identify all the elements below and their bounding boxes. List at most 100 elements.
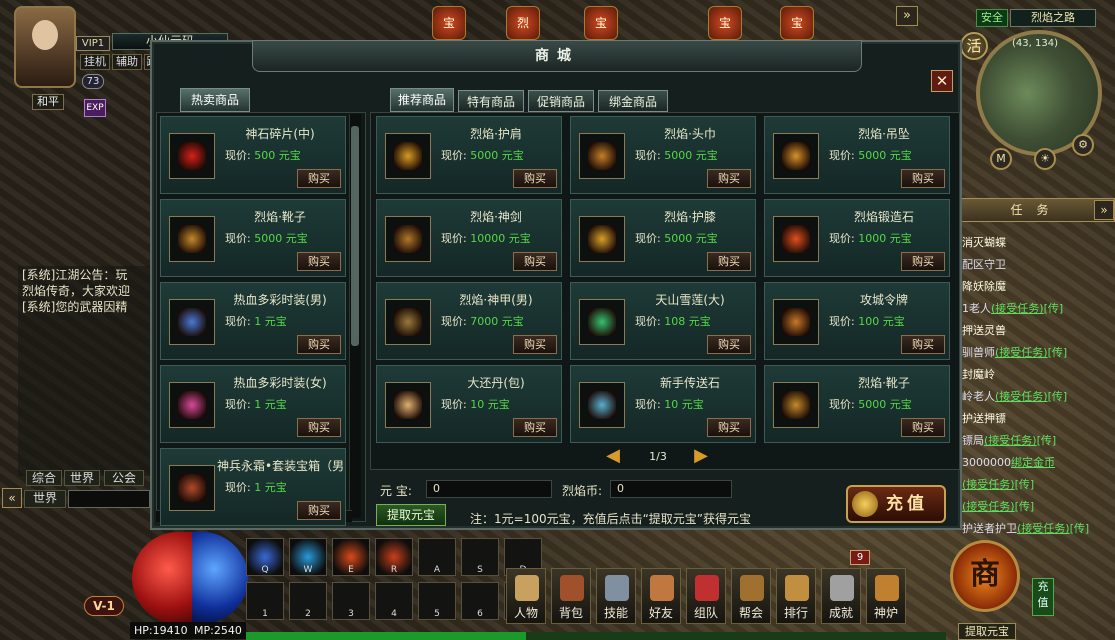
tab-hot[interactable]: 热卖商品 xyxy=(180,88,250,112)
skill-slot[interactable]: Q xyxy=(246,538,284,576)
shop-button[interactable]: 商 xyxy=(950,540,1020,612)
menu-button-8[interactable]: 神炉 xyxy=(866,568,906,624)
item-icon[interactable] xyxy=(385,216,431,262)
accept-task-link[interactable]: (接受任务) xyxy=(991,302,1044,315)
buy-button[interactable]: 购买 xyxy=(297,501,341,520)
buy-button[interactable]: 购买 xyxy=(513,335,557,354)
chat-collapse-icon[interactable]: « xyxy=(2,488,22,508)
activity-button[interactable]: 活 xyxy=(960,32,988,60)
skill-slot[interactable]: 3 xyxy=(332,582,370,620)
sun-icon[interactable]: ☀ xyxy=(1034,148,1056,170)
item-icon[interactable] xyxy=(385,133,431,179)
menu-button-2[interactable]: 技能 xyxy=(596,568,636,624)
collapse-tasks-icon[interactable]: » xyxy=(1094,200,1114,220)
withdraw-side-button[interactable]: 提取元宝 xyxy=(958,623,1016,640)
buy-button[interactable]: 购买 xyxy=(297,335,341,354)
buy-button[interactable]: 购买 xyxy=(297,252,341,271)
chat-tab-guild[interactable]: 公会 xyxy=(104,470,144,486)
chat-tab-world[interactable]: 世界 xyxy=(64,470,100,486)
teleport-link[interactable]: [传] xyxy=(1048,346,1068,359)
buy-button[interactable]: 购买 xyxy=(707,252,751,271)
buy-button[interactable]: 购买 xyxy=(901,335,945,354)
item-icon[interactable] xyxy=(169,382,215,428)
skill-slot[interactable]: R xyxy=(375,538,413,576)
menu-button-1[interactable]: 背包 xyxy=(551,568,591,624)
item-icon[interactable] xyxy=(169,133,215,179)
close-icon[interactable]: ✕ xyxy=(931,70,953,92)
teleport-link[interactable]: [传] xyxy=(1044,302,1064,315)
item-icon[interactable] xyxy=(579,133,625,179)
item-icon[interactable] xyxy=(169,465,215,511)
buy-button[interactable]: 购买 xyxy=(513,418,557,437)
skill-slot[interactable]: 2 xyxy=(289,582,327,620)
chat-input[interactable] xyxy=(68,490,150,508)
teleport-link[interactable]: [传] xyxy=(1015,500,1035,513)
skill-slot[interactable]: A xyxy=(418,538,456,576)
pk-mode-button[interactable]: 和平 xyxy=(32,94,64,110)
accept-task-link[interactable]: (接受任务) xyxy=(984,434,1037,447)
collapse-icon[interactable]: » xyxy=(896,6,918,26)
hangup-button[interactable]: 挂机 xyxy=(80,54,110,70)
top-event-icon[interactable]: 宝 xyxy=(584,6,618,40)
skill-slot[interactable]: 1 xyxy=(246,582,284,620)
vip-badge[interactable]: VIP1 xyxy=(76,36,110,51)
item-icon[interactable] xyxy=(385,382,431,428)
menu-button-3[interactable]: 好友 xyxy=(641,568,681,624)
next-page-icon[interactable]: ▶ xyxy=(688,447,714,466)
item-icon[interactable] xyxy=(773,133,819,179)
teleport-link[interactable]: [传] xyxy=(1070,522,1090,535)
menu-button-4[interactable]: 组队 xyxy=(686,568,726,624)
buy-button[interactable]: 购买 xyxy=(297,418,341,437)
accept-task-link[interactable]: (接受任务) xyxy=(995,346,1048,359)
assist-button[interactable]: 辅助 xyxy=(112,54,142,70)
exp-button[interactable]: EXP xyxy=(84,99,106,117)
menu-button-5[interactable]: 帮会 xyxy=(731,568,771,624)
tab-bound-gold[interactable]: 绑金商品 xyxy=(598,90,668,112)
skill-slot[interactable]: 4 xyxy=(375,582,413,620)
tab-promo[interactable]: 促销商品 xyxy=(528,90,594,112)
skill-slot[interactable]: W xyxy=(289,538,327,576)
settings-icon[interactable]: ⚙ xyxy=(1072,134,1094,156)
top-event-icon[interactable]: 宝 xyxy=(708,6,742,40)
buy-button[interactable]: 购买 xyxy=(513,169,557,188)
buy-button[interactable]: 购买 xyxy=(513,252,557,271)
skill-slot[interactable]: 6 xyxy=(461,582,499,620)
item-icon[interactable] xyxy=(169,216,215,262)
teleport-link[interactable]: [传] xyxy=(1015,478,1035,491)
skill-slot[interactable]: S xyxy=(461,538,499,576)
skill-slot[interactable]: E xyxy=(332,538,370,576)
item-icon[interactable] xyxy=(579,299,625,345)
item-icon[interactable] xyxy=(579,382,625,428)
teleport-link[interactable]: [传] xyxy=(1048,390,1068,403)
buy-button[interactable]: 购买 xyxy=(707,418,751,437)
item-icon[interactable] xyxy=(385,299,431,345)
menu-button-0[interactable]: 人物 xyxy=(506,568,546,624)
line-indicator[interactable]: V-1 xyxy=(84,596,124,616)
buy-button[interactable]: 购买 xyxy=(901,169,945,188)
world-map-button[interactable]: M xyxy=(990,148,1012,170)
accept-task-link[interactable]: (接受任务) xyxy=(962,478,1015,491)
teleport-link[interactable]: [传] xyxy=(1037,434,1057,447)
hot-scrollbar-thumb[interactable] xyxy=(351,126,359,346)
chat-channel-select[interactable]: 世界 xyxy=(24,490,66,508)
menu-button-7[interactable]: 成就 xyxy=(821,568,861,624)
buy-button[interactable]: 购买 xyxy=(707,169,751,188)
menu-button-6[interactable]: 排行 xyxy=(776,568,816,624)
buy-button[interactable]: 购买 xyxy=(901,252,945,271)
top-event-icon[interactable]: 烈 xyxy=(506,6,540,40)
chat-tab-all[interactable]: 综合 xyxy=(26,470,62,486)
accept-task-link[interactable]: (接受任务) xyxy=(962,500,1015,513)
accept-task-link[interactable]: (接受任务) xyxy=(995,390,1048,403)
top-event-icon[interactable]: 宝 xyxy=(780,6,814,40)
item-icon[interactable] xyxy=(773,299,819,345)
top-event-icon[interactable]: 宝 xyxy=(432,6,466,40)
recharge-button[interactable]: 充值 xyxy=(846,485,946,523)
tab-special[interactable]: 特有商品 xyxy=(458,90,524,112)
buy-button[interactable]: 购买 xyxy=(707,335,751,354)
item-icon[interactable] xyxy=(579,216,625,262)
buy-button[interactable]: 购买 xyxy=(297,169,341,188)
buy-button[interactable]: 购买 xyxy=(901,418,945,437)
recharge-side-button[interactable]: 充值 xyxy=(1032,578,1054,616)
accept-task-link[interactable]: (接受任务) xyxy=(1017,522,1070,535)
item-icon[interactable] xyxy=(773,382,819,428)
